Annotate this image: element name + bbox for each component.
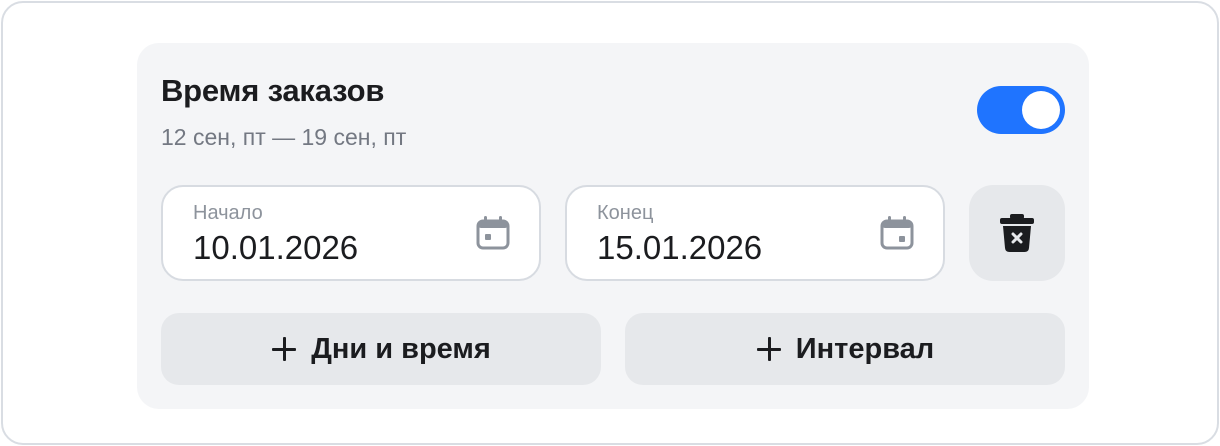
start-date-label: Начало	[193, 202, 263, 224]
order-time-toggle[interactable]	[977, 86, 1065, 134]
start-date-value: 10.01.2026	[193, 229, 359, 266]
add-interval-label: Интервал	[795, 333, 935, 365]
add-interval-button[interactable]: Интервал	[625, 313, 1065, 385]
order-time-card: Время заказов 12 сен, пт — 19 сен, пт На…	[137, 43, 1089, 409]
add-days-and-time-label: Дни и время	[311, 333, 491, 365]
delete-interval-button[interactable]	[969, 185, 1065, 281]
end-date-value: 15.01.2026	[597, 229, 763, 266]
trash-icon	[1000, 214, 1034, 252]
toggle-knob	[1022, 91, 1060, 129]
screen-frame: Время заказов 12 сен, пт — 19 сен, пт На…	[1, 1, 1219, 445]
end-date-label: Конец	[597, 202, 654, 224]
date-range-summary: 12 сен, пт — 19 сен, пт	[161, 124, 407, 150]
plus-icon	[756, 336, 782, 362]
section-title: Время заказов	[161, 73, 385, 108]
plus-icon	[271, 336, 297, 362]
calendar-icon[interactable]	[879, 215, 915, 251]
end-date-field[interactable]: Конец 15.01.2026	[565, 185, 945, 281]
add-days-and-time-button[interactable]: Дни и время	[161, 313, 601, 385]
start-date-field[interactable]: Начало 10.01.2026	[161, 185, 541, 281]
calendar-icon[interactable]	[475, 215, 511, 251]
